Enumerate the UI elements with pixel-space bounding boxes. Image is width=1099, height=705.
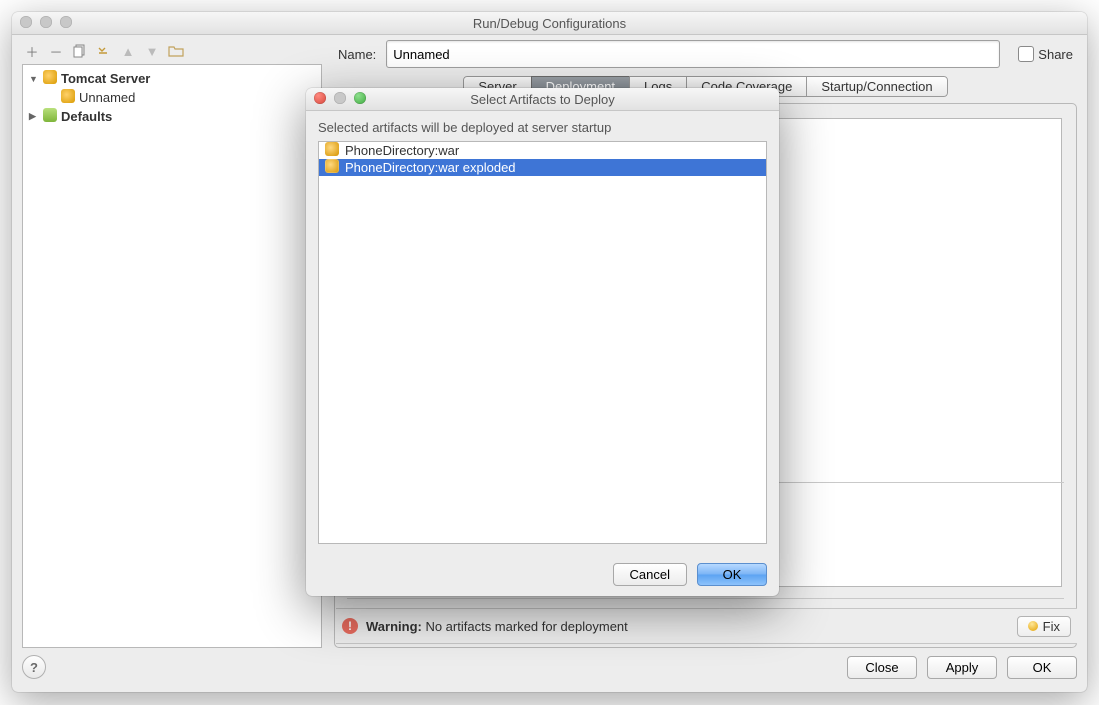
sidebar-toolbar: ＋ － ▲ ▼ [22, 38, 322, 64]
modal-titlebar: Select Artifacts to Deploy [306, 88, 779, 111]
warning-message: Warning: No artifacts marked for deploym… [366, 619, 628, 634]
settings-button[interactable] [96, 44, 112, 58]
move-up-button[interactable]: ▲ [120, 44, 136, 59]
help-button[interactable]: ? [22, 655, 46, 679]
modal-cancel-button[interactable]: Cancel [613, 563, 687, 586]
fix-button[interactable]: Fix [1017, 616, 1071, 637]
apply-button[interactable]: Apply [927, 656, 997, 679]
window-minimize-icon[interactable] [334, 92, 346, 104]
disclosure-icon[interactable]: ▼ [29, 74, 39, 84]
tree-node-unnamed[interactable]: Unnamed [23, 88, 321, 107]
artifact-icon [325, 142, 339, 159]
remove-config-button[interactable]: － [48, 42, 64, 61]
artifact-label: PhoneDirectory:war exploded [345, 160, 516, 175]
artifact-label: PhoneDirectory:war [345, 143, 459, 158]
warning-icon: ! [342, 618, 358, 634]
tree-label: Unnamed [79, 90, 135, 105]
close-button[interactable]: Close [847, 656, 917, 679]
tree-label: Defaults [61, 109, 112, 124]
config-name-input[interactable] [386, 40, 1000, 68]
main-titlebar: Run/Debug Configurations [12, 12, 1087, 35]
modal-window-controls[interactable] [314, 92, 366, 104]
tab-startup-connection[interactable]: Startup/Connection [806, 76, 947, 97]
window-zoom-icon[interactable] [354, 92, 366, 104]
configurations-sidebar: ＋ － ▲ ▼ ▼ Tomcat Server [22, 38, 322, 648]
defaults-icon [43, 108, 57, 125]
window-minimize-icon[interactable] [40, 16, 52, 28]
artifact-item[interactable]: PhoneDirectory:war [319, 142, 766, 159]
separator [347, 598, 1064, 599]
artifact-item-selected[interactable]: PhoneDirectory:war exploded [319, 159, 766, 176]
dialog-button-bar: ? Close Apply OK [22, 650, 1077, 684]
checkbox-icon[interactable] [1018, 46, 1034, 62]
share-label: Share [1038, 47, 1073, 62]
modal-description: Selected artifacts will be deployed at s… [318, 120, 767, 135]
fix-label: Fix [1043, 619, 1060, 634]
window-close-icon[interactable] [20, 16, 32, 28]
ok-button[interactable]: OK [1007, 656, 1077, 679]
disclosure-icon[interactable]: ▶ [29, 111, 39, 122]
copy-config-button[interactable] [72, 44, 88, 58]
tree-node-defaults[interactable]: ▶ Defaults [23, 107, 321, 126]
folder-button[interactable] [168, 44, 184, 58]
tomcat-icon [61, 89, 75, 106]
window-zoom-icon[interactable] [60, 16, 72, 28]
add-config-button[interactable]: ＋ [24, 42, 40, 61]
share-checkbox[interactable]: Share [1018, 46, 1073, 62]
artifact-icon [325, 159, 339, 176]
tree-label: Tomcat Server [61, 71, 150, 86]
lightbulb-icon [1028, 621, 1038, 631]
modal-ok-button[interactable]: OK [697, 563, 767, 586]
warning-bar: ! Warning: No artifacts marked for deplo… [336, 608, 1077, 644]
tomcat-icon [43, 70, 57, 87]
window-close-icon[interactable] [314, 92, 326, 104]
move-down-button[interactable]: ▼ [144, 44, 160, 59]
modal-title: Select Artifacts to Deploy [470, 92, 615, 107]
window-title: Run/Debug Configurations [473, 16, 626, 31]
artifact-list[interactable]: PhoneDirectory:war PhoneDirectory:war ex… [318, 141, 767, 544]
tree-node-tomcat-server[interactable]: ▼ Tomcat Server [23, 69, 321, 88]
select-artifacts-dialog: Select Artifacts to Deploy Selected arti… [306, 88, 779, 596]
configurations-tree[interactable]: ▼ Tomcat Server Unnamed ▶ Defaults [22, 64, 322, 648]
name-label: Name: [338, 47, 376, 62]
window-controls[interactable] [20, 16, 72, 28]
